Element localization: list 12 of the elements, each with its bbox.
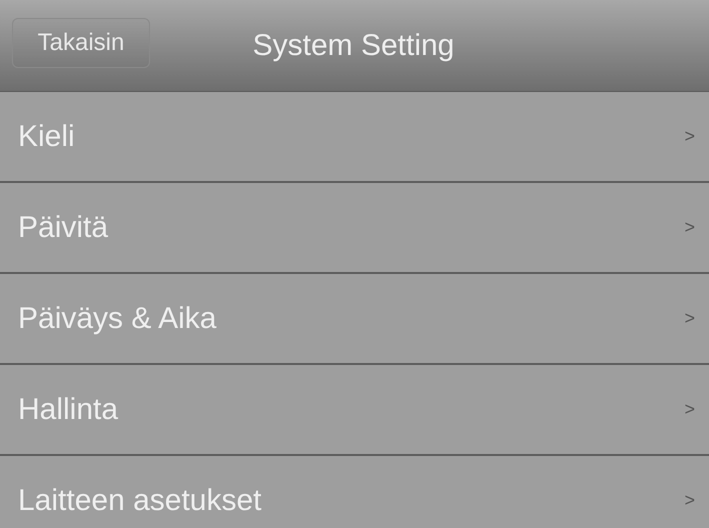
- menu-item-label: Laitteen asetukset: [18, 483, 262, 519]
- menu-item-label: Päiväys & Aika: [18, 301, 216, 337]
- menu-item-label: Kieli: [18, 119, 75, 155]
- chevron-icon: >: [684, 396, 695, 423]
- menu-item-label: Päivitä: [18, 210, 108, 246]
- chevron-icon: >: [684, 123, 695, 150]
- back-button[interactable]: Takaisin: [12, 18, 150, 68]
- chevron-icon: >: [684, 305, 695, 332]
- chevron-icon: >: [684, 214, 695, 241]
- screen-title: System Setting: [252, 28, 456, 64]
- chevron-icon: >: [684, 487, 695, 514]
- menu-item-label: Hallinta: [18, 392, 118, 428]
